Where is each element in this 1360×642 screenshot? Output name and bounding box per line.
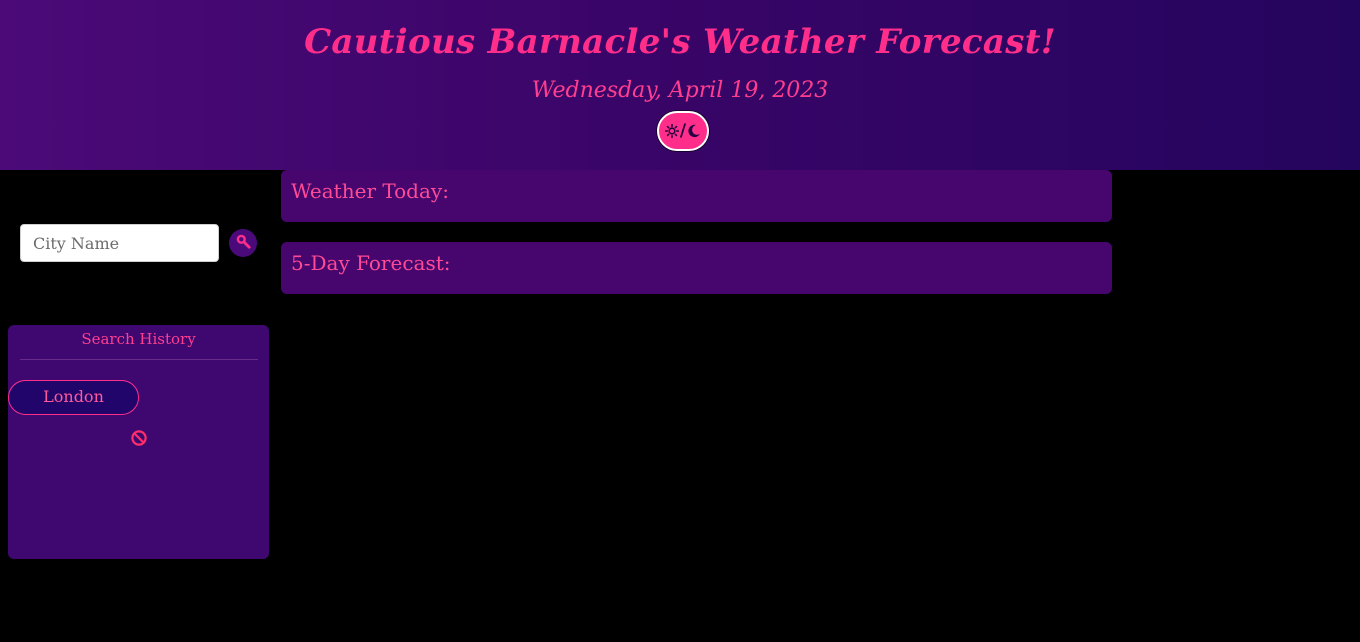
theme-toggle-button[interactable]: / — [657, 111, 709, 151]
app-title: Cautious Barnacle's Weather Forecast! — [304, 22, 1056, 62]
history-item-london[interactable]: London — [8, 380, 139, 415]
prohibit-icon — [130, 430, 148, 451]
page-header: Cautious Barnacle's Weather Forecast! We… — [0, 0, 1360, 170]
forecast-title: 5-Day Forecast: — [291, 251, 451, 275]
search-button[interactable] — [229, 229, 257, 257]
current-date: Wednesday, April 19, 2023 — [531, 78, 829, 103]
search-history-title: Search History — [81, 330, 196, 348]
weather-today-title: Weather Today: — [291, 179, 449, 203]
theme-toggle-separator: / — [679, 120, 687, 141]
sun-icon — [664, 124, 679, 138]
moon-icon — [687, 124, 701, 138]
forecast-card: 5-Day Forecast: — [281, 242, 1112, 294]
search-history-panel: Search History London — [8, 325, 269, 559]
magnifier-icon — [235, 233, 251, 253]
city-search-input[interactable] — [20, 224, 219, 262]
clear-history-button[interactable] — [130, 429, 148, 447]
weather-today-card: Weather Today: — [281, 170, 1112, 222]
history-divider — [20, 359, 258, 360]
